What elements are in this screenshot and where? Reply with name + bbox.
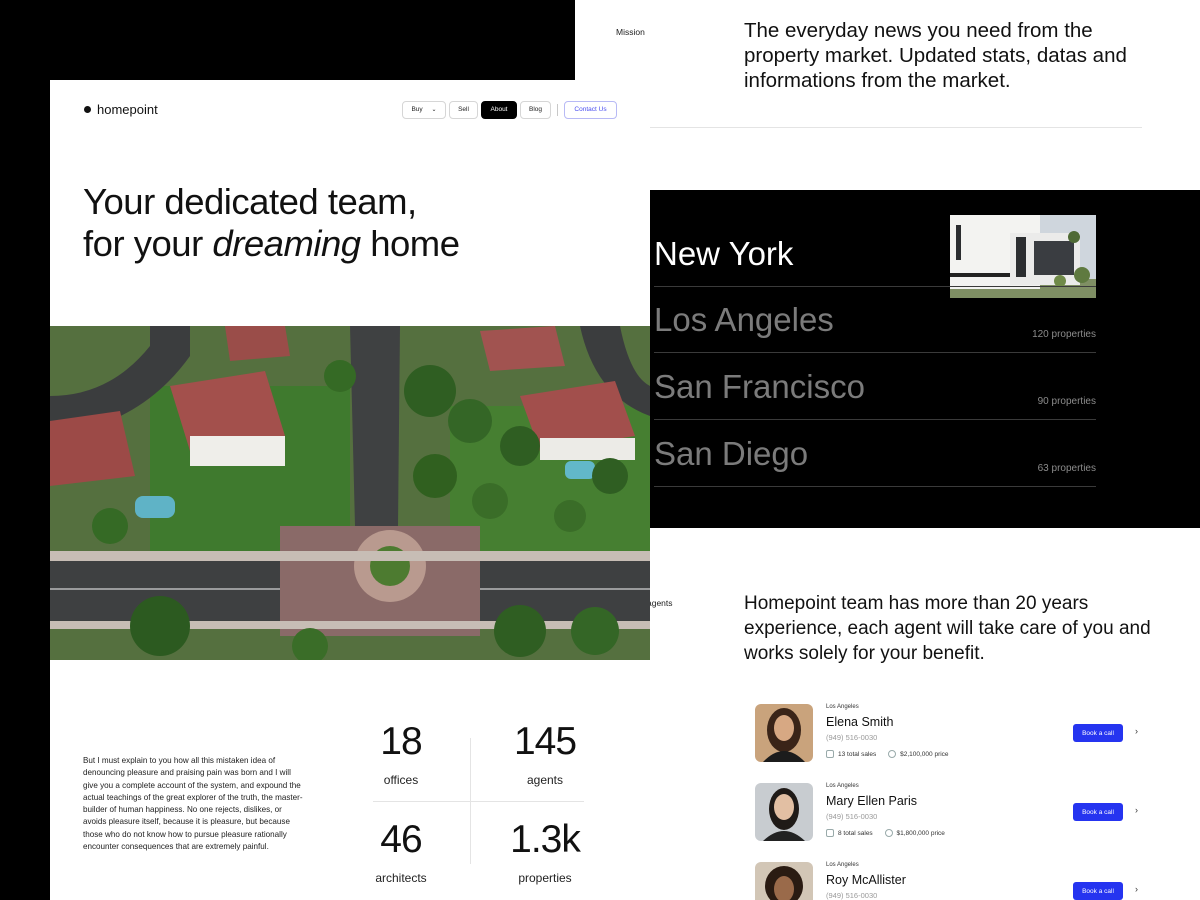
stat-label: properties [518, 871, 572, 885]
team-description: Homepoint team has more than 20 years ex… [744, 593, 1151, 664]
book-call-button[interactable]: Book a call [1073, 882, 1123, 900]
about-paragraph: But I must explain to you how all this m… [83, 756, 303, 852]
agent-stats: 8 total sales $1,800,000 price [826, 829, 945, 837]
detail-page: Mission The everyday news you need from … [575, 0, 1200, 900]
city-name: San Diego [654, 435, 809, 472]
aerial-neighborhood-photo [50, 326, 650, 660]
nav-divider [557, 104, 558, 116]
total-sales: 13 total sales [838, 750, 877, 758]
agent-city: Los Angeles [826, 862, 859, 868]
coins-icon [888, 750, 897, 758]
logo-dot-icon [84, 106, 91, 114]
stat-value: 1.3k [510, 818, 581, 861]
price-total: $1,800,000 price [896, 829, 945, 837]
stat-label: offices [383, 773, 419, 787]
agent-name: Mary Ellen Paris [826, 794, 917, 808]
book-call-button[interactable]: Book a call [1073, 803, 1123, 821]
shield-icon [826, 750, 834, 758]
city-name: Los Angeles [654, 301, 834, 338]
coins-icon [884, 829, 893, 837]
agent-card[interactable]: Los Angeles Elena Smith (949) 516-0030 1… [755, 704, 1145, 764]
city-row-new-york[interactable]: New York [654, 220, 1096, 287]
hero-line-2-pre: for your [83, 223, 213, 264]
chevron-down-icon: ⌄ [431, 107, 437, 113]
home-page: homepoint Buy ⌄ Sell About Blog Contact … [50, 80, 650, 900]
stat-agents: 145 agents [490, 720, 600, 788]
city-row-san-diego[interactable]: San Diego 63 properties [654, 420, 1096, 487]
city-row-los-angeles[interactable]: Los Angeles 120 properties [654, 286, 1096, 353]
stat-value: 18 [380, 720, 422, 763]
hero-line-1: Your dedicated team, [83, 181, 417, 222]
city-name: San Francisco [654, 368, 865, 405]
section-divider [650, 127, 1142, 128]
contact-us-button[interactable]: Contact Us [564, 101, 617, 119]
chevron-right-icon[interactable]: › [1135, 884, 1138, 894]
price-total: $2,100,000 price [900, 750, 949, 758]
stat-value: 145 [513, 720, 577, 763]
hero-line-2-emphasis: dreaming [212, 223, 361, 264]
property-count: 90 properties [1037, 396, 1096, 407]
total-sales: 8 total sales [838, 829, 873, 837]
nav-sell[interactable]: Sell [449, 101, 478, 119]
hero-line-2-post: home [360, 223, 460, 264]
stat-architects: 46 architects [346, 818, 456, 886]
agents-section-label: agents [647, 598, 673, 608]
stat-properties: 1.3k properties [490, 818, 600, 886]
agent-name: Roy McAllister [826, 873, 906, 887]
chevron-right-icon[interactable]: › [1135, 805, 1138, 815]
agent-name: Elena Smith [826, 715, 894, 729]
property-count: 63 properties [1037, 463, 1096, 474]
nav-blog[interactable]: Blog [520, 101, 551, 119]
brand-name: homepoint [97, 102, 158, 117]
stat-offices: 18 offices [346, 720, 456, 788]
agent-city: Los Angeles [826, 704, 859, 710]
mission-label: Mission [616, 27, 645, 37]
city-list-panel: New York Los Angeles 120 properties San … [650, 190, 1200, 528]
agent-phone: (949) 516-0030 [826, 891, 878, 900]
city-row-san-francisco[interactable]: San Francisco 90 properties [654, 353, 1096, 420]
brand-logo[interactable]: homepoint [84, 102, 158, 117]
agent-phone: (949) 516-0030 [826, 733, 878, 742]
agent-card[interactable]: Los Angeles Mary Ellen Paris (949) 516-0… [755, 783, 1145, 843]
shield-icon [826, 829, 834, 837]
chevron-right-icon[interactable]: › [1135, 726, 1138, 736]
book-call-button[interactable]: Book a call [1073, 724, 1123, 742]
nav-buy-label: Buy [411, 106, 423, 113]
agent-avatar [755, 862, 813, 900]
stat-label: architects [375, 871, 427, 885]
agent-card[interactable]: Los Angeles Roy McAllister (949) 516-003… [755, 862, 1145, 900]
stat-value: 46 [380, 818, 422, 861]
agent-city: Los Angeles [826, 783, 859, 789]
agent-avatar [755, 783, 813, 841]
hero-title: Your dedicated team, for your dreaming h… [83, 181, 460, 265]
property-count: 120 properties [1032, 329, 1096, 340]
stats-divider-horizontal [373, 801, 584, 802]
nav-about[interactable]: About [481, 101, 517, 119]
city-name: New York [654, 235, 794, 272]
stat-label: agents [526, 773, 564, 787]
mission-text: The everyday news you need from the prop… [744, 19, 1127, 92]
nav-buy-dropdown[interactable]: Buy ⌄ [402, 101, 446, 119]
agent-avatar [755, 704, 813, 762]
agent-stats: 13 total sales $2,100,000 price [826, 750, 949, 758]
agent-phone: (949) 516-0030 [826, 812, 878, 821]
